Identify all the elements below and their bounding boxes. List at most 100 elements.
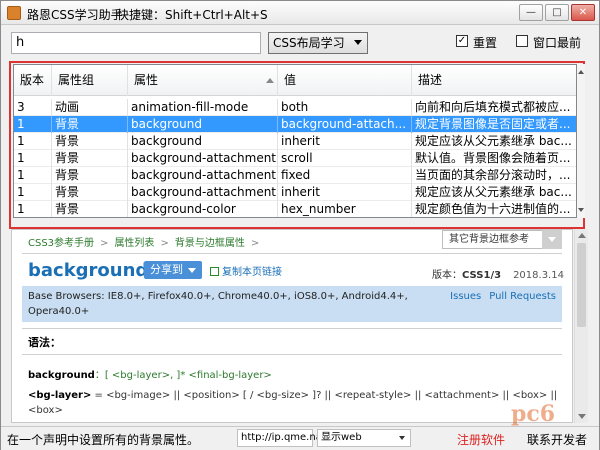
topmost-checkbox[interactable] bbox=[516, 35, 528, 47]
table-row[interactable]: 1 背景 background-attachment fixed 当页面的其余部分滚动时… bbox=[14, 167, 576, 184]
cell-value: inherit bbox=[278, 184, 412, 201]
topmost-label[interactable]: 窗口最前 bbox=[533, 34, 581, 51]
col-desc[interactable]: 描述 bbox=[412, 65, 576, 96]
cell-version: 1 bbox=[14, 116, 52, 133]
search-input[interactable]: h bbox=[11, 32, 261, 54]
copy-link-label: 复制本页链接 bbox=[222, 267, 282, 278]
cell-property: background-attachment bbox=[128, 167, 278, 184]
col-group[interactable]: 属性组 bbox=[52, 65, 128, 96]
scroll-down-icon[interactable] bbox=[578, 208, 584, 212]
cell-desc: 默认值。背景图像会随着页... bbox=[415, 151, 571, 165]
cell-desc: 规定背景图像是否固定或者... bbox=[415, 117, 571, 131]
copy-icon bbox=[210, 267, 219, 276]
cell-property: background bbox=[128, 133, 278, 150]
window-title: 路恩CSS学习助手 bbox=[27, 8, 123, 22]
reset-label[interactable]: 重置 bbox=[473, 34, 497, 51]
syntax2-rest: = <bg-image> || <position> [ / <bg-size>… bbox=[28, 390, 558, 416]
table-row[interactable]: 1 背景 background background-attach... 规定背景图像是… bbox=[14, 116, 576, 133]
col-property[interactable]: 属性 bbox=[128, 65, 278, 96]
close-button[interactable]: ✕ bbox=[571, 4, 595, 21]
copy-link[interactable]: 复制本页链接 bbox=[210, 263, 282, 278]
contact-link[interactable]: 联系开发者 bbox=[527, 431, 587, 448]
cell-desc: 规定应该从父元素继承 bac... bbox=[415, 185, 572, 199]
repo-links: Issues Pull Requests bbox=[442, 289, 556, 304]
cell-value: hex_number bbox=[278, 201, 412, 217]
cell-desc: 规定颜色值为十六进制值的... bbox=[415, 202, 571, 216]
syntax-line-1: background：[ <bg-layer>, ]* <final-bg-la… bbox=[28, 366, 272, 381]
cell-group: 背景 bbox=[52, 167, 128, 184]
cell-group: 背景 bbox=[52, 133, 128, 150]
app-icon bbox=[7, 6, 21, 20]
cell-version: 1 bbox=[14, 184, 52, 201]
cell-desc: 向前和向后填充模式都被应... bbox=[415, 100, 571, 114]
cell-property: background-attachment bbox=[128, 184, 278, 201]
cell-version: 1 bbox=[14, 201, 52, 217]
other-ref-select[interactable]: 其它背景边框参考 bbox=[442, 230, 562, 249]
breadcrumb: CSS3参考手册 > 属性列表 > 背景与边框属性 > bbox=[28, 234, 265, 249]
doc-scrollbar[interactable] bbox=[574, 229, 588, 423]
scroll-thumb[interactable] bbox=[577, 243, 586, 327]
table-row[interactable]: 1 背景 background-attachment scroll 默认值。背景图像会随… bbox=[14, 150, 576, 167]
col-version[interactable]: 版本 bbox=[14, 65, 52, 96]
version-value: CSS1/3 bbox=[462, 270, 502, 281]
display-select[interactable]: 显示web bbox=[317, 429, 411, 447]
table-row[interactable]: 1 背景 background-attachment inherit 规定应该从父元素继… bbox=[14, 184, 576, 201]
cell-value: both bbox=[278, 99, 412, 116]
version-label: 版本： bbox=[432, 270, 462, 281]
chevron-down-icon bbox=[354, 40, 362, 45]
cell-property: background-attachment bbox=[128, 150, 278, 167]
syntax-label: 语法： bbox=[28, 336, 61, 349]
version-info: 版本：CSS1/3 2018.3.14 bbox=[432, 266, 564, 281]
breadcrumb-bg-border[interactable]: 背景与边框属性 bbox=[175, 238, 245, 249]
cell-value: fixed bbox=[278, 167, 412, 184]
status-bar: 在一个声明中设置所有的背景属性。 http://ip.qme.na 显示web … bbox=[1, 426, 599, 450]
cell-version: 1 bbox=[14, 167, 52, 184]
url-field[interactable]: http://ip.qme.na bbox=[237, 429, 322, 447]
page-title: background bbox=[28, 260, 149, 281]
syntax-line-2: <bg-layer> = <bg-image> || <position> [ … bbox=[28, 388, 568, 418]
shortcut-hint: 快捷键：Shift+Ctrl+Alt+S bbox=[117, 8, 268, 22]
cell-version: 1 bbox=[14, 133, 52, 150]
category-select[interactable]: CSS布局学习 bbox=[268, 32, 368, 54]
sort-asc-icon bbox=[266, 78, 274, 83]
table-row[interactable]: 3 动画 animation-fill-mode both 向前和向后填充模式都被应..… bbox=[14, 99, 576, 116]
cell-desc: 规定应该从父元素继承 bac... bbox=[415, 134, 572, 148]
property-grid[interactable]: 版本 属性组 属性 值 描述 3 动画 animation-fill-mode bot… bbox=[13, 64, 577, 218]
register-link[interactable]: 注册软件 bbox=[457, 431, 505, 448]
title-bar: 路恩CSS学习助手 快捷键：Shift+Ctrl+Alt+S — □ ✕ bbox=[1, 1, 599, 25]
divider bbox=[22, 253, 562, 254]
status-description: 在一个声明中设置所有的背景属性。 bbox=[7, 433, 200, 447]
minimize-button[interactable]: — bbox=[519, 4, 543, 21]
share-button[interactable]: 分享到 bbox=[144, 261, 202, 279]
issues-link[interactable]: Issues bbox=[450, 291, 481, 302]
breadcrumb-css3[interactable]: CSS3参考手册 bbox=[28, 238, 94, 249]
divider bbox=[22, 354, 562, 355]
app-window: 路恩CSS学习助手 快捷键：Shift+Ctrl+Alt+S — □ ✕ h C… bbox=[0, 0, 600, 450]
cell-group: 背景 bbox=[52, 116, 128, 133]
doc-viewer[interactable]: CSS3参考手册 > 属性列表 > 背景与边框属性 > 其它背景边框参考 backgrou… bbox=[11, 229, 573, 423]
chevron-down-icon bbox=[542, 230, 562, 249]
grid-header: 版本 属性组 属性 值 描述 bbox=[14, 65, 576, 96]
browser-support: Base Browsers: IE8.0+, Firefox40.0+, Chr… bbox=[22, 286, 562, 322]
maximize-button[interactable]: □ bbox=[545, 4, 569, 21]
watermark-logo: pc6 bbox=[511, 401, 556, 427]
cell-group: 背景 bbox=[52, 201, 128, 217]
cell-value: background-attach... bbox=[278, 116, 412, 133]
cell-group: 背景 bbox=[52, 150, 128, 167]
reset-checkbox[interactable]: ✓ bbox=[456, 35, 468, 47]
table-row[interactable]: 1 背景 background-color hex_number 规定颜色值为十六进制值… bbox=[14, 201, 576, 217]
cell-group: 背景 bbox=[52, 184, 128, 201]
cell-property: background-color bbox=[128, 201, 278, 217]
scroll-up-icon[interactable] bbox=[578, 233, 586, 238]
version-date: 2018.3.14 bbox=[513, 270, 564, 281]
table-row[interactable]: 1 背景 background inherit 规定应该从父元素继承 bac... bbox=[14, 133, 576, 150]
pull-requests-link[interactable]: Pull Requests bbox=[489, 291, 556, 302]
scroll-down-icon[interactable] bbox=[578, 414, 586, 419]
breadcrumb-property-list[interactable]: 属性列表 bbox=[114, 238, 154, 249]
browsers-line2: Opera40.0+ bbox=[28, 306, 90, 317]
grid-scrollbar[interactable] bbox=[577, 64, 585, 218]
syntax2-name: <bg-layer> bbox=[28, 390, 92, 401]
breadcrumb-sep: > bbox=[100, 238, 109, 249]
scroll-up-icon[interactable] bbox=[578, 70, 584, 74]
col-value[interactable]: 值 bbox=[278, 65, 412, 96]
